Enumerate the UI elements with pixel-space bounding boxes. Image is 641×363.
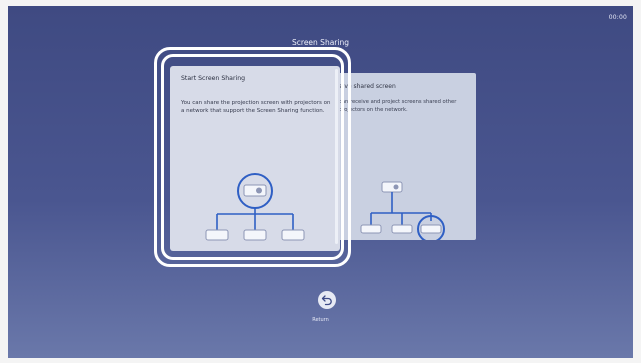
return-arrow-icon (321, 295, 332, 306)
return-button[interactable] (318, 291, 336, 309)
return-label: Return (312, 317, 329, 323)
page-title: Screen Sharing (292, 38, 349, 47)
clock: 00:00 (608, 14, 627, 21)
projector-menu-screen: 00:00 Screen Sharing eive shared screen … (8, 6, 633, 358)
selection-highlight-inner (161, 54, 344, 260)
